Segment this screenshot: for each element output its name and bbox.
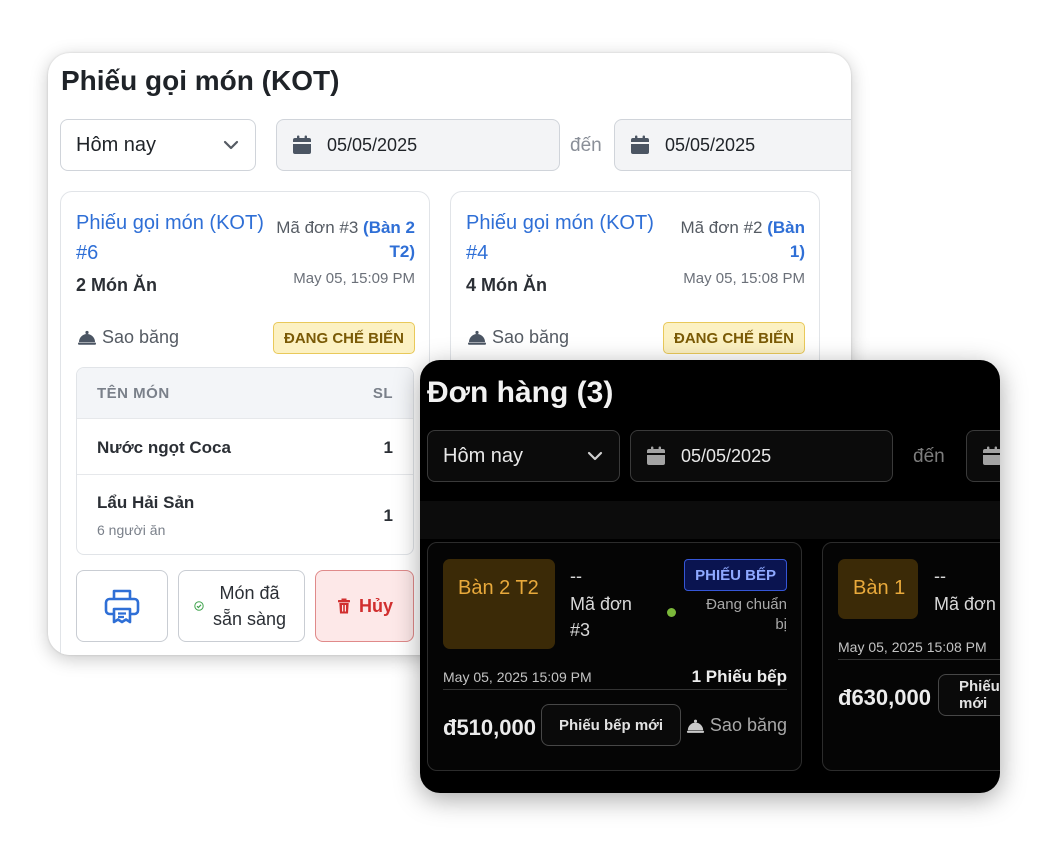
calendar-icon (983, 446, 1000, 465)
period-select[interactable]: Hôm nay (427, 430, 620, 482)
order-code: Mã đơn #3 (276, 218, 359, 237)
table-tile: Bàn 2 T2 (443, 559, 555, 649)
kot-staff: Sao băng (76, 326, 179, 348)
table-row: Nước ngọt Coca 1 (77, 418, 413, 474)
items-table: TÊN MÓN SL Nước ngọt Coca 1 Lẩu Hải Sản … (76, 367, 414, 555)
date-from-value: 05/05/2025 (681, 445, 772, 466)
item-qty: 1 (383, 506, 393, 525)
item-name: Lẩu Hải Sản (97, 493, 195, 512)
items-table-header: TÊN MÓN SL (77, 368, 413, 418)
date-to-field[interactable]: 05/05/2025 (614, 119, 851, 171)
order-time: May 05, 2025 15:08 PM (838, 639, 987, 655)
kot-time: May 05, 15:09 PM (293, 270, 415, 287)
divider (838, 659, 1000, 660)
period-value: Hôm nay (76, 133, 157, 156)
kitchen-ticket-count: 1 Phiếu bếp (691, 667, 787, 686)
status-text: Đang chuẩn bị (706, 596, 787, 633)
kot-item-count: 2 Món Ăn (76, 275, 157, 295)
order-dash: -- (934, 566, 946, 586)
calendar-icon (293, 135, 311, 154)
order-total: đ630,000 (838, 685, 931, 710)
order-code: Mã đơn #2 (680, 218, 763, 237)
date-from-value: 05/05/2025 (327, 134, 418, 155)
order-dash: -- (570, 566, 582, 586)
order-staff: Sao băng (685, 715, 787, 736)
date-from-field[interactable]: 05/05/2025 (276, 119, 560, 171)
order-table[interactable]: (Bàn 2 T2) (363, 218, 415, 261)
kitchen-ticket-badge: PHIẾU BẾP (684, 559, 787, 591)
cancel-button[interactable]: Hủy (315, 570, 414, 642)
order-card[interactable]: Bàn 1 -- Mã đơn #2 May 05, 2025 15:08 PM… (822, 542, 1000, 771)
waiter-icon (686, 719, 705, 733)
column-header-name: TÊN MÓN (97, 384, 170, 402)
calendar-icon (631, 135, 649, 154)
orders-window: Đơn hàng (3) Hôm nay 05/05/2025 đến Bàn … (420, 360, 1000, 793)
waiter-icon (78, 330, 96, 345)
divider-band (420, 501, 1000, 539)
period-select[interactable]: Hôm nay (60, 119, 256, 171)
staff-name: Sao băng (492, 326, 570, 347)
to-label: đến (913, 446, 945, 467)
order-total: đ510,000 (443, 715, 536, 740)
order-status: Đang chuẩn bị (667, 595, 787, 635)
column-header-qty: SL (372, 384, 393, 402)
divider (443, 689, 787, 690)
status-badge: ĐANG CHẾ BIẾN (662, 322, 805, 354)
table-tile: Bàn 1 (838, 559, 918, 619)
staff-name: Sao băng (102, 326, 180, 347)
item-qty: 1 (383, 438, 393, 457)
new-kitchen-ticket-button[interactable]: Phiếu bếp mới (541, 704, 681, 746)
kot-order-ref: Mã đơn #2 (Bàn 1) (665, 216, 805, 264)
order-time: May 05, 2025 15:09 PM (443, 669, 592, 685)
printer-icon (104, 589, 140, 624)
kot-time: May 05, 15:08 PM (683, 270, 805, 287)
orders-title: Đơn hàng (3) (427, 376, 614, 409)
check-icon (193, 601, 204, 611)
mark-ready-label: Món đã sẵn sàng (212, 583, 287, 629)
print-button[interactable] (76, 570, 168, 642)
trash-icon (337, 598, 350, 614)
order-card[interactable]: Bàn 2 T2 -- Mã đơn #3 PHIẾU BẾP Đang chu… (427, 542, 802, 771)
item-name: Nước ngọt Coca (97, 438, 231, 457)
calendar-icon (647, 446, 665, 465)
order-code: Mã đơn #3 (570, 594, 632, 640)
kot-title[interactable]: Phiếu gọi món (KOT) #6 (76, 208, 266, 268)
date-to-field[interactable] (966, 430, 1000, 482)
chevron-down-icon (223, 140, 239, 150)
page-title: Phiếu gọi món (KOT) (61, 65, 340, 96)
mark-ready-button[interactable]: Món đã sẵn sàng (178, 570, 305, 642)
item-note: 6 người ăn (97, 522, 166, 538)
status-badge: ĐANG CHẾ BIẾN (272, 322, 415, 354)
date-from-field[interactable]: 05/05/2025 (630, 430, 893, 482)
kot-item-count: 4 Món Ăn (466, 275, 547, 295)
table-row: Lẩu Hải Sản 6 người ăn 1 (77, 474, 413, 554)
status-dot (667, 608, 676, 617)
period-value: Hôm nay (443, 444, 524, 467)
stage: Phiếu gọi món (KOT) Hôm nay 05/05/2025 đ… (0, 0, 1064, 848)
chevron-down-icon (587, 451, 603, 461)
to-label: đến (570, 135, 602, 156)
kot-staff: Sao băng (466, 326, 569, 348)
date-to-value: 05/05/2025 (665, 134, 756, 155)
kot-order-ref: Mã đơn #3 (Bàn 2 T2) (255, 216, 415, 264)
staff-name: Sao băng (709, 715, 787, 735)
kot-card: Phiếu gọi món (KOT) #6 Mã đơn #3 (Bàn 2 … (60, 191, 430, 655)
new-kitchen-ticket-button[interactable]: Phiếu bếp mới (938, 674, 1000, 716)
order-table[interactable]: (Bàn 1) (767, 218, 805, 261)
order-code: Mã đơn #2 (934, 594, 1000, 614)
cancel-label: Hủy (358, 595, 393, 616)
waiter-icon (468, 330, 486, 345)
kot-title[interactable]: Phiếu gọi món (KOT) #4 (466, 208, 666, 268)
